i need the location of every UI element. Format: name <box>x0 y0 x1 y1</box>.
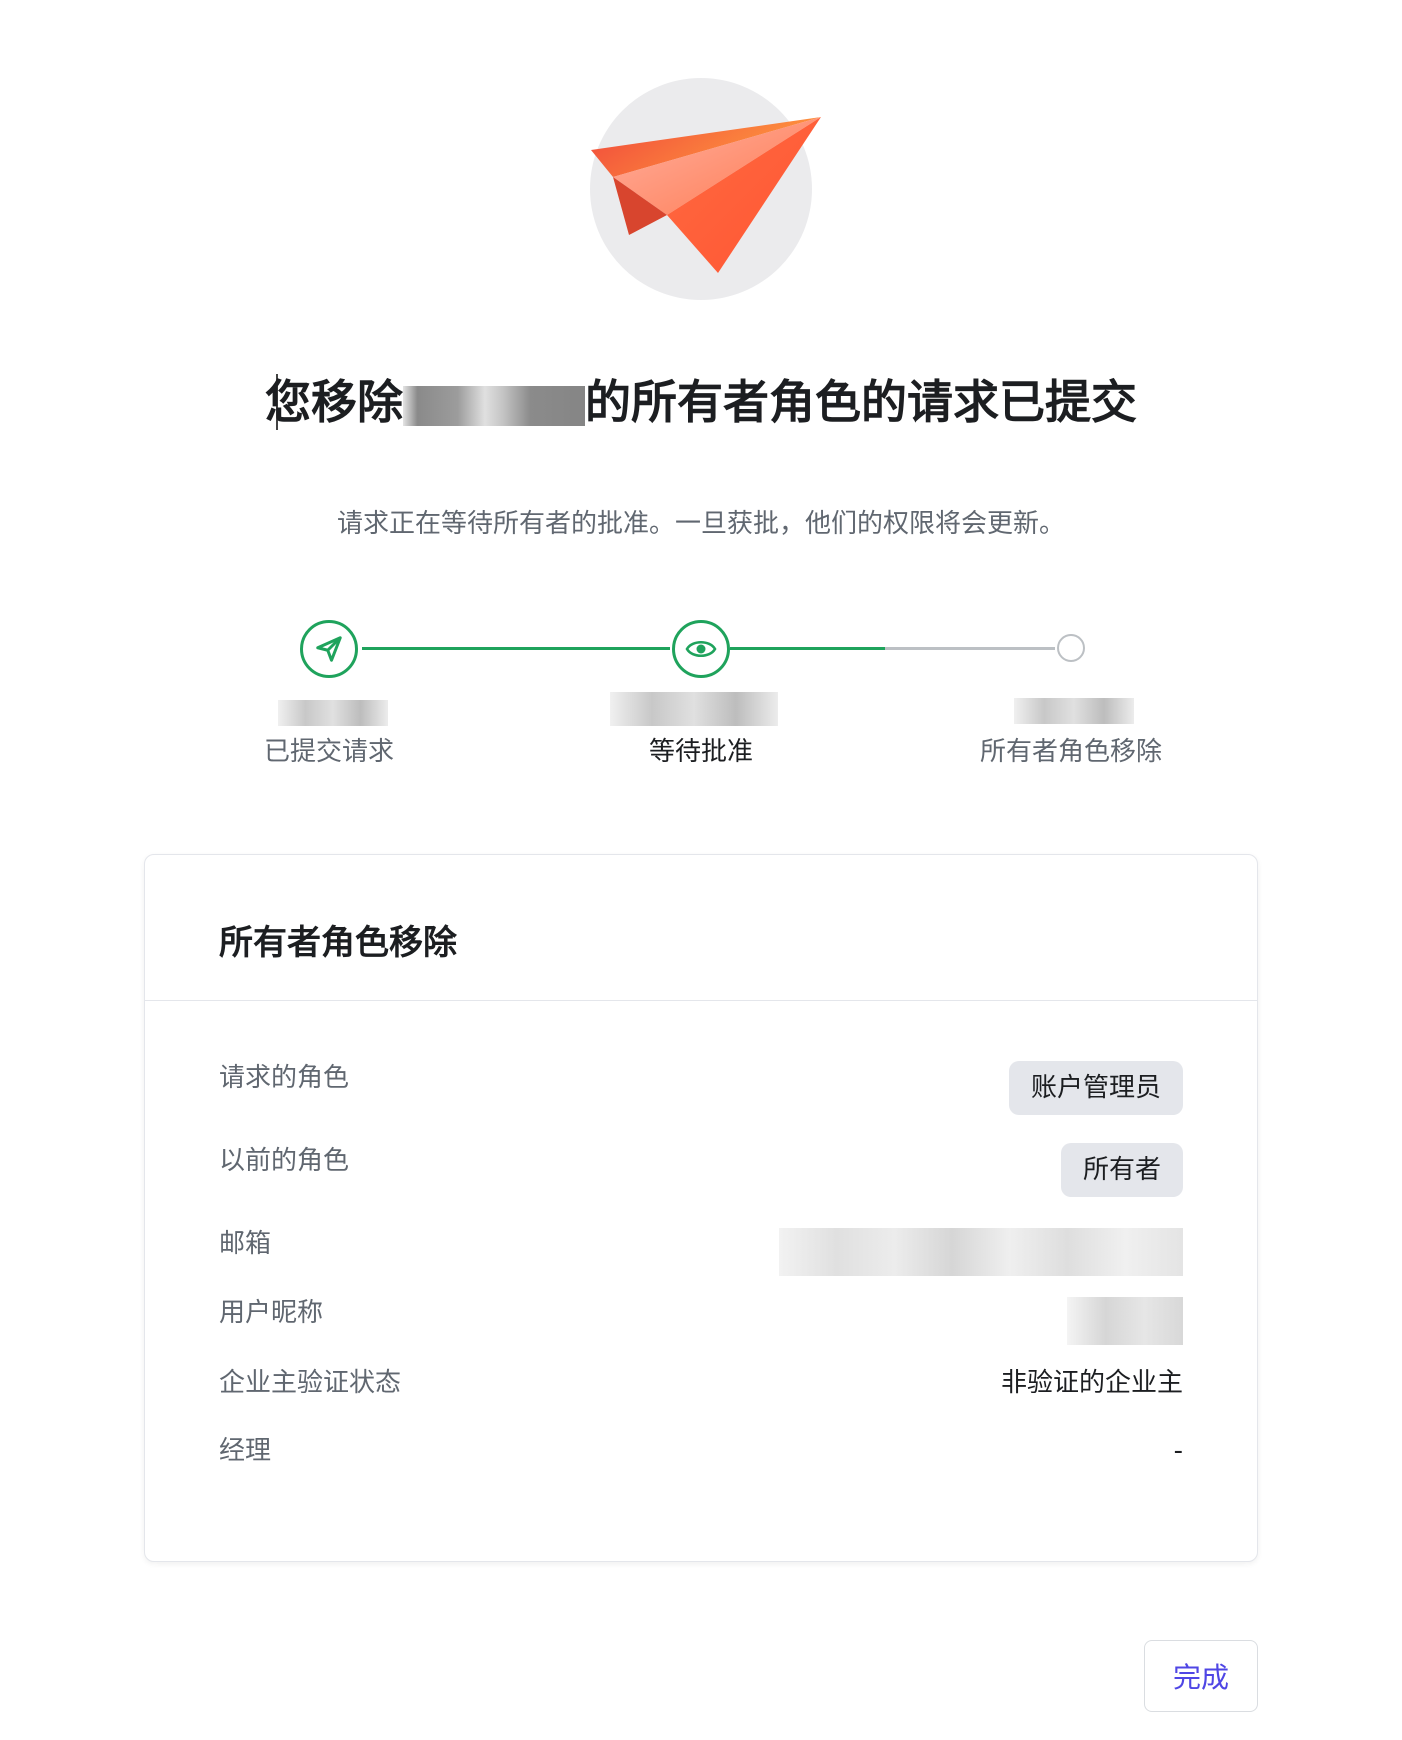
title-prefix: 您移除 <box>265 375 403 429</box>
row-label-requested-role: 请求的角色 <box>219 1063 350 1093</box>
title-suffix: 的所有者角色的请求已提交 <box>585 375 1137 429</box>
step-2-circle <box>672 620 730 678</box>
card-divider <box>145 1000 1257 1001</box>
paper-plane-illustration <box>591 117 821 273</box>
email-redacted <box>779 1228 1183 1276</box>
step-1-redacted-date <box>278 700 388 726</box>
row-label-nickname: 用户昵称 <box>219 1298 324 1328</box>
step-3-circle <box>1057 634 1085 662</box>
step-3-redacted-date <box>1014 698 1134 724</box>
eye-icon <box>685 640 717 658</box>
manager-value: - <box>1173 1436 1183 1466</box>
row-label-verification-status: 企业主验证状态 <box>219 1368 402 1398</box>
nickname-redacted <box>1067 1297 1183 1345</box>
card-title: 所有者角色移除 <box>219 923 457 963</box>
verification-status-value: 非验证的企业主 <box>1000 1368 1183 1398</box>
details-card: 所有者角色移除 请求的角色 账户管理员 以前的角色 所有者 邮箱 用户昵称 企业… <box>144 854 1258 1562</box>
step-connector-complete <box>362 647 670 650</box>
paper-plane-icon <box>316 636 342 662</box>
step-2-redacted-date <box>610 692 778 726</box>
step-1-circle <box>300 620 358 678</box>
page-title: 您移除 的所有者角色的请求已提交 <box>0 372 1402 432</box>
step-connector-pending <box>885 647 1055 650</box>
step-2-label: 等待批准 <box>648 737 753 767</box>
step-3-label: 所有者角色移除 <box>979 737 1162 767</box>
step-1-label: 已提交请求 <box>263 737 394 767</box>
row-label-email: 邮箱 <box>219 1229 272 1259</box>
step-connector-partial <box>730 647 885 650</box>
row-label-manager: 经理 <box>219 1436 272 1466</box>
done-button[interactable]: 完成 <box>1144 1640 1258 1712</box>
page-subtitle: 请求正在等待所有者的批准。一旦获批，他们的权限将会更新。 <box>336 509 1065 539</box>
redacted-name <box>403 385 585 426</box>
previous-role-badge: 所有者 <box>1060 1143 1183 1197</box>
row-label-previous-role: 以前的角色 <box>219 1146 350 1176</box>
requested-role-badge: 账户管理员 <box>1008 1061 1183 1115</box>
